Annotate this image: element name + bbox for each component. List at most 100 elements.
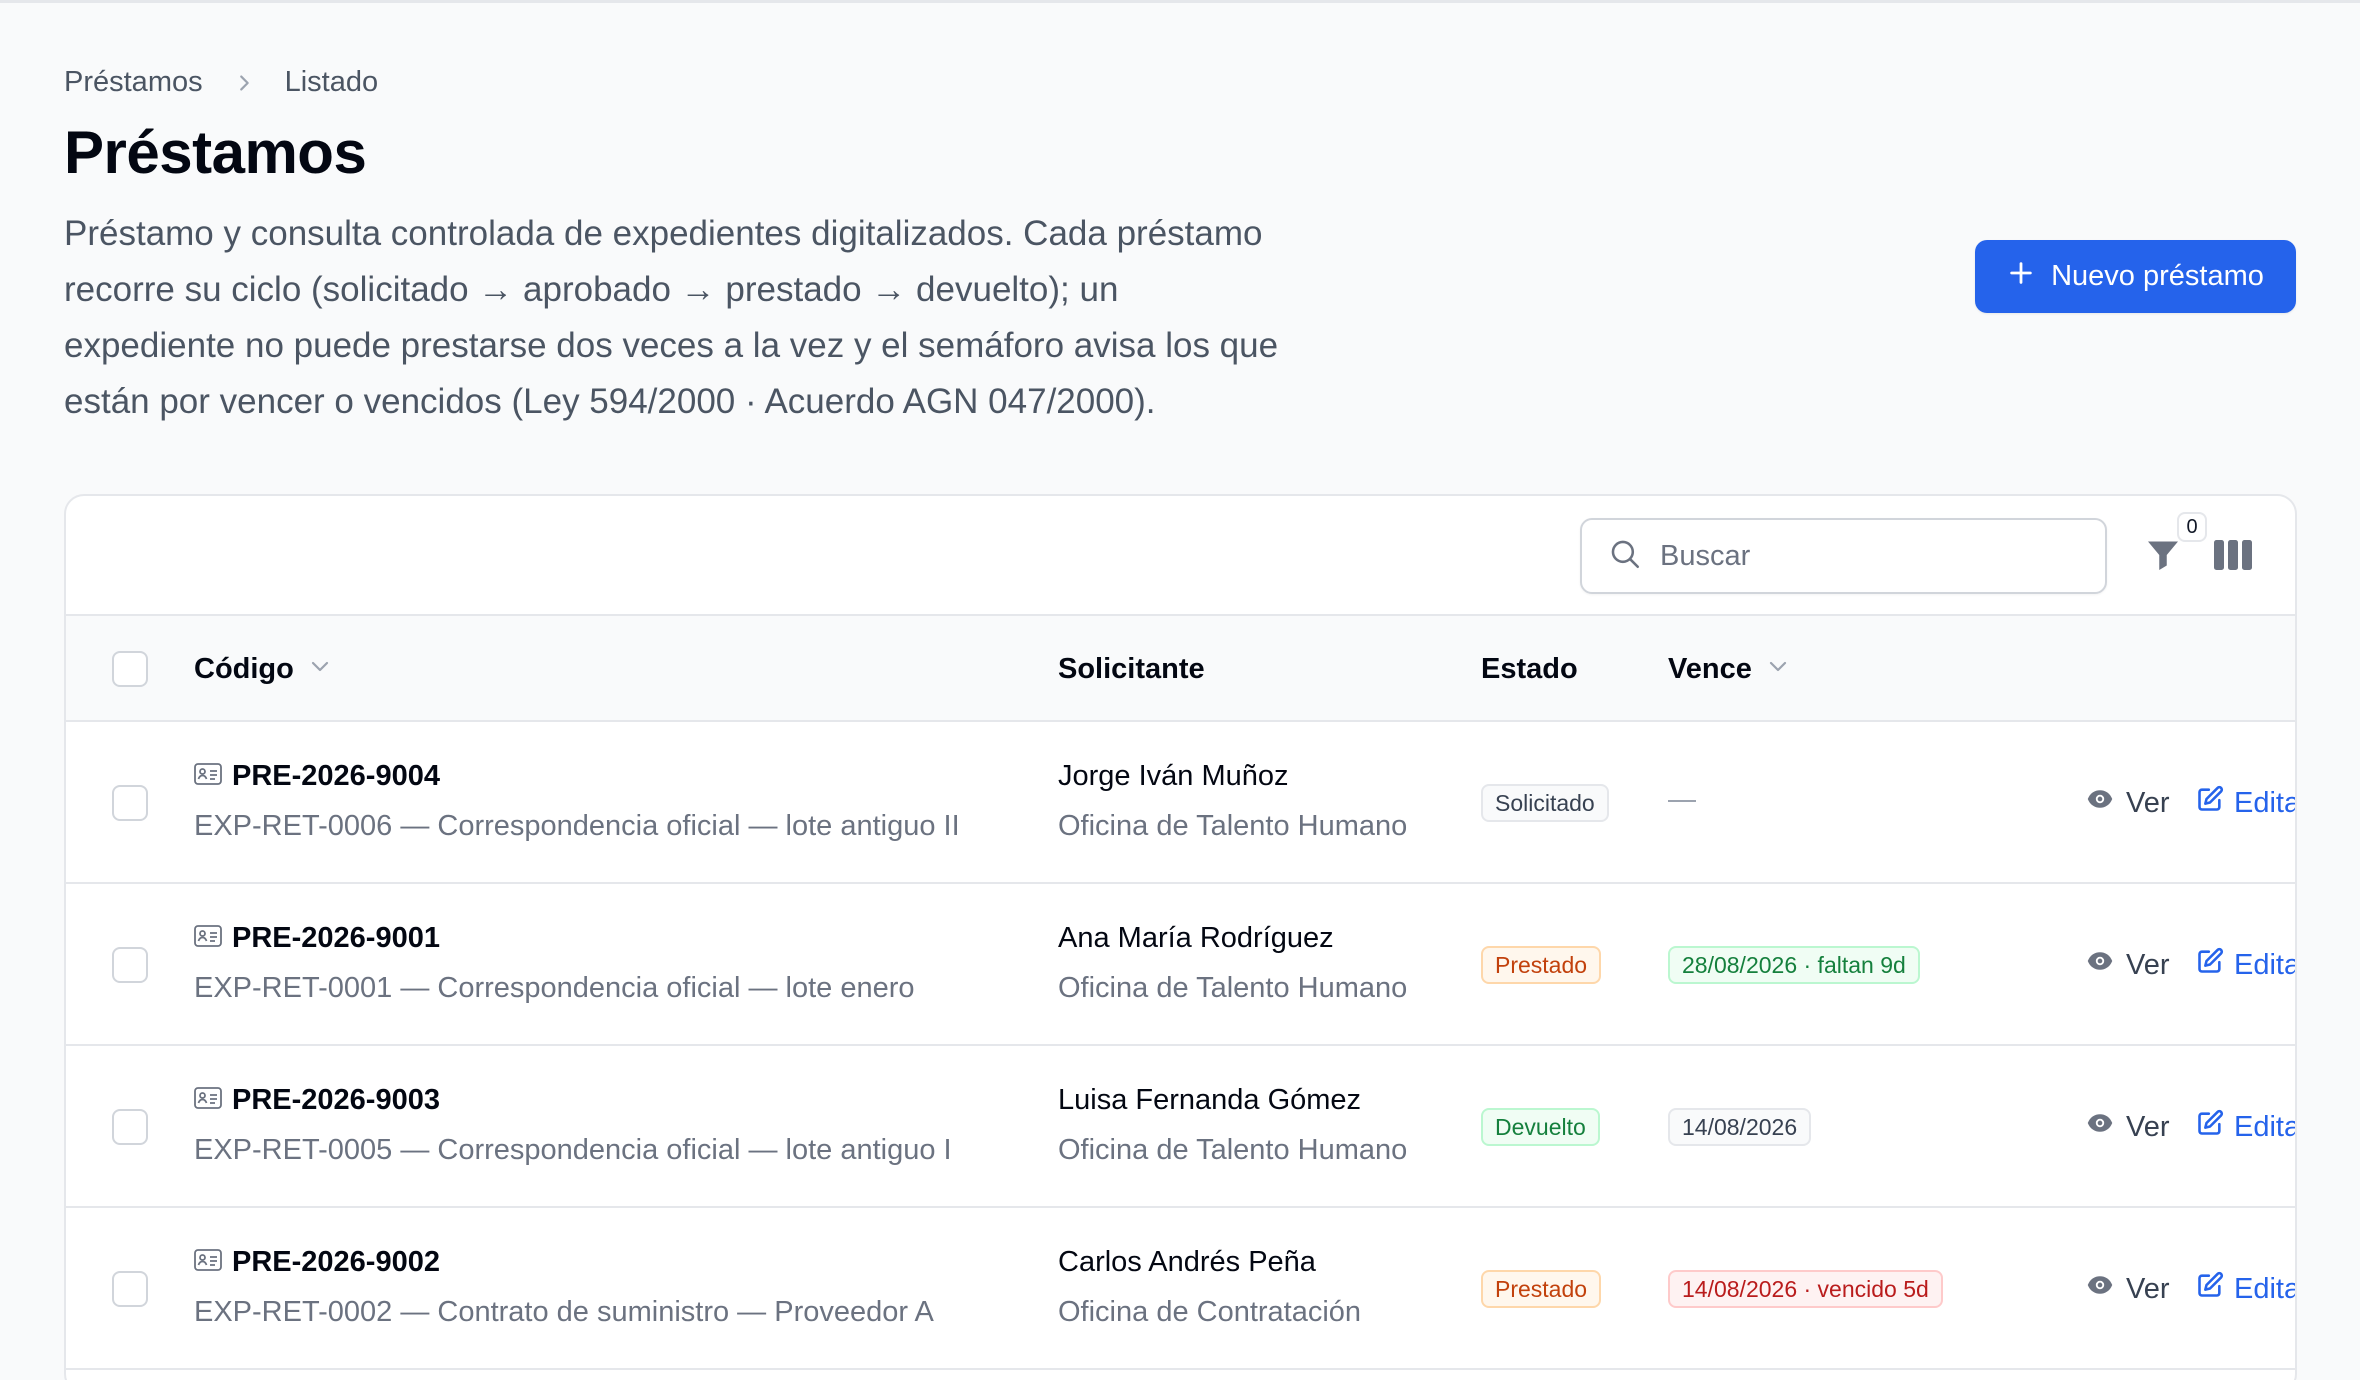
requester-name: Jorge Iván Muñoz <box>1058 760 1289 792</box>
requester-office: Oficina de Talento Humano <box>1058 972 1408 1004</box>
status-badge: Prestado <box>1481 946 1602 984</box>
edit-label: Editar <box>2234 1110 2295 1143</box>
breadcrumb: Préstamos Listado <box>64 66 378 99</box>
breadcrumb-item-prestamos[interactable]: Préstamos <box>64 66 203 99</box>
due-date-badge: 14/08/2026 · vencido 5d <box>1668 1270 1943 1308</box>
description-line: expediente no puede prestarse dos veces … <box>64 326 1279 365</box>
table-row: PRE-2026-9004 EXP-RET-0006 — Corresponde… <box>66 722 2295 884</box>
requester-cell: Luisa Fernanda Gómez Oficina de Talento … <box>1058 1082 1407 1167</box>
due-date-badge: 14/08/2026 <box>1668 1108 1812 1146</box>
edit-icon <box>2196 947 2224 983</box>
page-description: Préstamo y consulta controlada de expedi… <box>64 206 1464 430</box>
code-cell: PRE-2026-9002 EXP-RET-0002 — Contrato de… <box>194 1244 934 1329</box>
view-button[interactable]: Ver <box>2086 1270 2170 1308</box>
requester-name: Ana María Rodríguez <box>1058 922 1334 954</box>
search-input[interactable] <box>1660 539 2105 573</box>
edit-button[interactable]: Editar <box>2196 1270 2295 1308</box>
file-description: EXP-RET-0006 — Correspondencia oficial —… <box>194 810 960 842</box>
file-description: EXP-RET-0005 — Correspondencia oficial —… <box>194 1134 952 1166</box>
new-loan-button-label: Nuevo préstamo <box>2051 260 2264 292</box>
row-checkbox[interactable] <box>112 947 148 983</box>
table-row: PRE-2026-9003 EXP-RET-0005 — Corresponde… <box>66 1046 2295 1208</box>
view-label: Ver <box>2126 786 2170 819</box>
requester-office: Oficina de Talento Humano <box>1058 1134 1408 1166</box>
id-card-icon <box>194 1084 222 1117</box>
code-cell: PRE-2026-9003 EXP-RET-0005 — Corresponde… <box>194 1082 952 1167</box>
column-header-due[interactable]: Vence <box>1668 616 1790 722</box>
loan-code[interactable]: PRE-2026-9004 <box>232 760 440 793</box>
view-label: Ver <box>2126 948 2170 981</box>
table-row: PRE-2026-9002 EXP-RET-0002 — Contrato de… <box>66 1208 2295 1370</box>
due-date-badge: 28/08/2026 · faltan 9d <box>1668 946 1920 984</box>
edit-icon <box>2196 785 2224 821</box>
requester-cell: Ana María Rodríguez Oficina de Talento H… <box>1058 920 1407 1005</box>
eye-icon <box>2086 1109 2114 1145</box>
search-icon <box>1608 537 1642 576</box>
columns-icon <box>2214 539 2252 575</box>
plus-icon <box>2007 259 2035 295</box>
column-header-requester: Solicitante <box>1058 652 1205 685</box>
requester-office: Oficina de Contratación <box>1058 1296 1362 1328</box>
view-button[interactable]: Ver <box>2086 946 2170 984</box>
empty-due-dash <box>1668 800 1696 802</box>
view-label: Ver <box>2126 1110 2170 1143</box>
edit-button[interactable]: Editar <box>2196 784 2295 822</box>
chevron-right-icon <box>233 72 255 94</box>
top-border <box>0 0 2360 3</box>
code-cell: PRE-2026-9004 EXP-RET-0006 — Corresponde… <box>194 758 960 843</box>
edit-button[interactable]: Editar <box>2196 946 2295 984</box>
id-card-icon <box>194 760 222 793</box>
requester-name: Luisa Fernanda Gómez <box>1058 1084 1362 1116</box>
code-cell: PRE-2026-9001 EXP-RET-0001 — Corresponde… <box>194 920 915 1005</box>
column-header-code[interactable]: Código <box>194 616 332 722</box>
requester-office: Oficina de Talento Humano <box>1058 810 1408 842</box>
requester-cell: Carlos Andrés Peña Oficina de Contrataci… <box>1058 1244 1361 1329</box>
eye-icon <box>2086 1271 2114 1307</box>
column-header-due-label: Vence <box>1668 652 1752 685</box>
status-badge: Devuelto <box>1481 1108 1600 1146</box>
description-line: están por vencer o vencidos (Ley 594/200… <box>64 382 1156 421</box>
table-toolbar: 0 <box>66 496 2295 616</box>
filter-count-badge: 0 <box>2177 512 2207 542</box>
edit-icon <box>2196 1109 2224 1145</box>
row-checkbox[interactable] <box>112 785 148 821</box>
edit-button[interactable]: Editar <box>2196 1108 2295 1146</box>
edit-label: Editar <box>2234 948 2295 981</box>
description-line: Préstamo y consulta controlada de expedi… <box>64 214 1263 253</box>
eye-icon <box>2086 947 2114 983</box>
columns-button[interactable] <box>2208 532 2258 582</box>
edit-label: Editar <box>2234 786 2295 819</box>
file-description: EXP-RET-0001 — Correspondencia oficial —… <box>194 972 915 1004</box>
row-checkbox[interactable] <box>112 1271 148 1307</box>
file-description: EXP-RET-0002 — Contrato de suministro — … <box>194 1296 934 1328</box>
edit-label: Editar <box>2234 1272 2295 1305</box>
new-loan-button[interactable]: Nuevo préstamo <box>1975 240 2296 313</box>
loans-table-card: 0 Código Solicitante Estado Vence <box>64 494 2297 1380</box>
table-header: Código Solicitante Estado Vence <box>66 616 2295 722</box>
column-header-status: Estado <box>1481 652 1578 685</box>
breadcrumb-item-listado: Listado <box>284 66 379 98</box>
row-checkbox[interactable] <box>112 1109 148 1145</box>
funnel-icon <box>2145 536 2181 579</box>
loan-code[interactable]: PRE-2026-9003 <box>232 1084 440 1117</box>
view-button[interactable]: Ver <box>2086 784 2170 822</box>
status-badge: Prestado <box>1481 1270 1602 1308</box>
eye-icon <box>2086 785 2114 821</box>
column-header-code-label: Código <box>194 652 294 685</box>
status-badge: Solicitado <box>1481 784 1609 822</box>
table-row: PRE-2026-9001 EXP-RET-0001 — Corresponde… <box>66 884 2295 1046</box>
id-card-icon <box>194 922 222 955</box>
id-card-icon <box>194 1246 222 1279</box>
requester-cell: Jorge Iván Muñoz Oficina de Talento Huma… <box>1058 758 1407 843</box>
chevron-down-icon <box>308 653 332 686</box>
page-title: Préstamos <box>64 119 367 186</box>
loan-code[interactable]: PRE-2026-9001 <box>232 922 440 955</box>
search-box <box>1580 518 2107 594</box>
requester-name: Carlos Andrés Peña <box>1058 1246 1316 1278</box>
description-line: recorre su ciclo (solicitado → aprobado … <box>64 270 1119 309</box>
select-all-checkbox[interactable] <box>112 651 148 687</box>
edit-icon <box>2196 1271 2224 1307</box>
chevron-down-icon <box>1766 653 1790 686</box>
loan-code[interactable]: PRE-2026-9002 <box>232 1246 440 1279</box>
view-button[interactable]: Ver <box>2086 1108 2170 1146</box>
